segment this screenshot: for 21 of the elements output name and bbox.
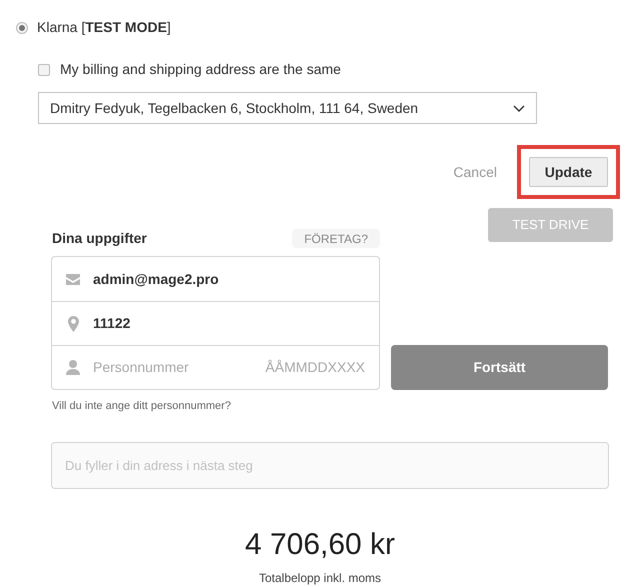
checkbox[interactable] — [38, 64, 50, 76]
envelope-icon — [66, 274, 80, 284]
update-button[interactable]: Update — [529, 157, 608, 187]
payment-method-label: Klarna [TEST MODE] — [37, 18, 171, 37]
checkbox-label: My billing and shipping address are the same — [60, 60, 341, 79]
section-title: Dina uppgifter — [52, 229, 147, 248]
person-icon — [66, 360, 80, 375]
format-hint: ÅÅMMDDXXXX — [265, 358, 365, 377]
address-select[interactable]: Dmitry Fedyuk, Tegelbacken 6, Stockholm, 111 64, Sweden — [38, 92, 537, 124]
postal-code-field[interactable]: 11122 — [93, 313, 365, 334]
continue-button[interactable]: Fortsätt — [391, 345, 608, 390]
personal-number-field[interactable]: Personnummer — [93, 357, 252, 378]
total-label: Totalbelopp inkl. moms — [258, 570, 382, 586]
total-amount: 4 706,60 kr — [244, 526, 396, 562]
location-pin-icon — [68, 316, 78, 332]
company-toggle[interactable]: FÖRETAG? — [292, 229, 380, 248]
chevron-down-icon — [513, 104, 525, 112]
address-field[interactable]: Du fyller i din adress i nästa steg — [51, 442, 609, 488]
no-personal-number-link[interactable]: Vill du inte ange ditt personnummer? — [52, 398, 231, 414]
radio-button[interactable] — [16, 22, 28, 34]
email-field[interactable]: admin@mage2.pro — [93, 268, 365, 290]
